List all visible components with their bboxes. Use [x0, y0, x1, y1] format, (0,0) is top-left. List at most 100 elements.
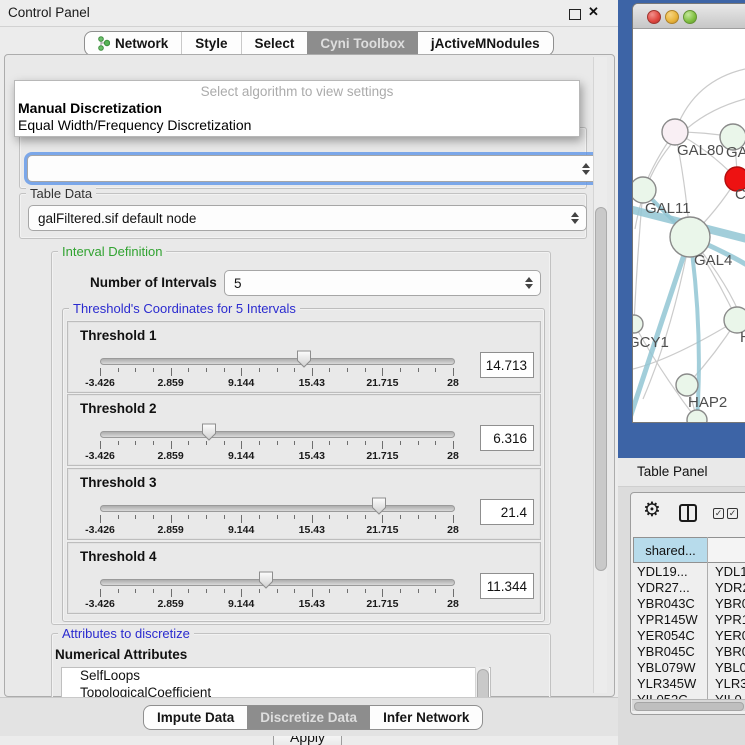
tab-network[interactable]: Network [85, 32, 181, 55]
close-icon[interactable]: ✕ [588, 4, 599, 20]
settings-scrollbar[interactable] [593, 57, 607, 693]
slider-thumb[interactable] [371, 497, 387, 515]
tick-mark [171, 589, 172, 597]
spinner-arrows-icon [582, 163, 590, 175]
tick-label: 2.859 [149, 524, 193, 536]
spinner-arrows-icon [571, 212, 579, 224]
table-data-group: Table Data galFiltered.sif default node [19, 193, 587, 239]
threshold-panel: Threshold 3-3.4262.8599.14415.4321.71528… [67, 468, 541, 540]
tick-mark [418, 515, 419, 519]
table-row[interactable]: YIL052CYIL0 [633, 692, 745, 699]
tab-label: Select [255, 36, 295, 51]
tick-mark [100, 589, 101, 597]
dropdown-option-equal-width[interactable]: Equal Width/Frequency Discretization [18, 117, 251, 133]
table-horizontal-scrollbar[interactable] [632, 699, 745, 711]
float-window-icon[interactable] [569, 9, 581, 20]
dropdown-option-manual[interactable]: Manual Discretization [18, 100, 162, 116]
network-node-hap2[interactable] [676, 374, 698, 396]
tick-label: -3.426 [78, 598, 122, 610]
slider-track[interactable] [100, 358, 455, 365]
tab-infer-network[interactable]: Infer Network [370, 706, 482, 729]
cell-shared-name: YLR345W [637, 676, 696, 692]
checkbox-icon[interactable]: ✓ [727, 508, 738, 519]
table-row[interactable]: YDL19...YDL1 [633, 564, 745, 580]
table-data-select[interactable]: galFiltered.sif default node [28, 205, 587, 231]
tab-discretize-data[interactable]: Discretize Data [247, 706, 370, 729]
threshold-label: Threshold 4 [80, 549, 157, 564]
gear-icon[interactable]: ⚙ [643, 499, 661, 521]
table-rows: YDL19...YDL1YDR27...YDR2YBR043CYBR0YPR14… [633, 564, 745, 699]
network-canvas[interactable]: GAL80GACGAL11GAL4GCY1HHAP2 [633, 29, 745, 422]
scrollbar-thumb[interactable] [634, 702, 744, 711]
tick-mark [347, 515, 348, 519]
tab-select[interactable]: Select [241, 32, 308, 55]
node-table-widget: ⚙ ✓ ✓ shared... na YDL19...YDL1YDR27...Y… [630, 492, 745, 715]
network-graph[interactable]: GAL80GACGAL11GAL4GCY1HHAP2 [633, 29, 745, 423]
zoom-traffic-light-icon[interactable] [683, 10, 697, 24]
table-row[interactable]: YBR043CYBR0 [633, 596, 745, 612]
threshold-value-field[interactable]: 21.4 [480, 499, 534, 525]
table-panel-title: Table Panel [637, 464, 708, 479]
tick-label: 15.43 [290, 598, 334, 610]
tab-style[interactable]: Style [181, 32, 240, 55]
table-row[interactable]: YBR045CYBR0 [633, 644, 745, 660]
tick-mark [206, 441, 207, 445]
tick-mark [277, 441, 278, 445]
tick-mark [118, 515, 119, 519]
cell-shared-name: YBR045C [637, 644, 695, 660]
table-row[interactable]: YLR345W YLR3 [633, 676, 745, 692]
tick-mark [118, 589, 119, 593]
tick-mark [382, 368, 383, 376]
network-node-gcy1[interactable] [633, 315, 643, 333]
tick-mark [453, 368, 454, 376]
slider-track[interactable] [100, 431, 455, 438]
tab-cyni-toolbox[interactable]: Cyni Toolbox [307, 32, 418, 55]
network-edge[interactable] [675, 69, 745, 132]
threshold-value-field[interactable]: 14.713 [480, 352, 534, 378]
tick-label: -3.426 [78, 377, 122, 389]
network-node[interactable] [687, 410, 707, 423]
tick-mark [241, 368, 242, 376]
threshold-label: Threshold 2 [80, 401, 157, 416]
tick-label: 2.859 [149, 377, 193, 389]
table-row[interactable]: YDR27...YDR2 [633, 580, 745, 596]
minimize-traffic-light-icon[interactable] [665, 10, 679, 24]
table-row[interactable]: YBL079WYBL0 [633, 660, 745, 676]
tick-mark [188, 515, 189, 519]
checkbox-icon[interactable]: ✓ [713, 508, 724, 519]
node-label: GA [726, 144, 745, 161]
table-row[interactable]: YPR145WYPR1 [633, 612, 745, 628]
slider-thumb[interactable] [258, 571, 274, 589]
slider-thumb[interactable] [296, 350, 312, 368]
slider-track[interactable] [100, 579, 455, 586]
tick-mark [135, 368, 136, 372]
threshold-value-field[interactable]: 6.316 [480, 425, 534, 451]
tick-mark [135, 589, 136, 593]
tick-mark [453, 589, 454, 597]
table-row[interactable]: YER054CYER0 [633, 628, 745, 644]
cell-name: YLR3 [715, 676, 745, 692]
tick-mark [312, 515, 313, 523]
slider-track[interactable] [100, 505, 455, 512]
column-header-shared-name[interactable]: shared... [633, 537, 708, 563]
settings-scrollbar-thumb[interactable] [595, 207, 607, 571]
tick-mark [118, 368, 119, 372]
network-node-gal4[interactable] [670, 217, 710, 257]
cell-shared-name: YPR145W [637, 612, 698, 628]
column-header-name[interactable]: na [707, 537, 745, 563]
attribute-list-item[interactable]: SelfLoops [62, 668, 490, 685]
columns-icon[interactable] [679, 504, 697, 522]
slider-thumb[interactable] [201, 423, 217, 441]
tick-mark [224, 589, 225, 593]
tick-mark [135, 441, 136, 445]
network-icon [98, 36, 110, 51]
network-window-titlebar[interactable] [633, 4, 745, 29]
dropdown-placeholder-item[interactable]: Select algorithm to view settings [15, 84, 579, 99]
threshold-value-field[interactable]: 11.344 [480, 573, 534, 599]
tick-mark [259, 368, 260, 372]
close-traffic-light-icon[interactable] [647, 10, 661, 24]
tab-jactivemnodules[interactable]: jActiveMNodules [418, 32, 553, 55]
number-of-intervals-select[interactable]: 5 [224, 270, 541, 296]
tab-impute-data[interactable]: Impute Data [144, 706, 247, 729]
algorithm-select[interactable] [27, 155, 598, 182]
